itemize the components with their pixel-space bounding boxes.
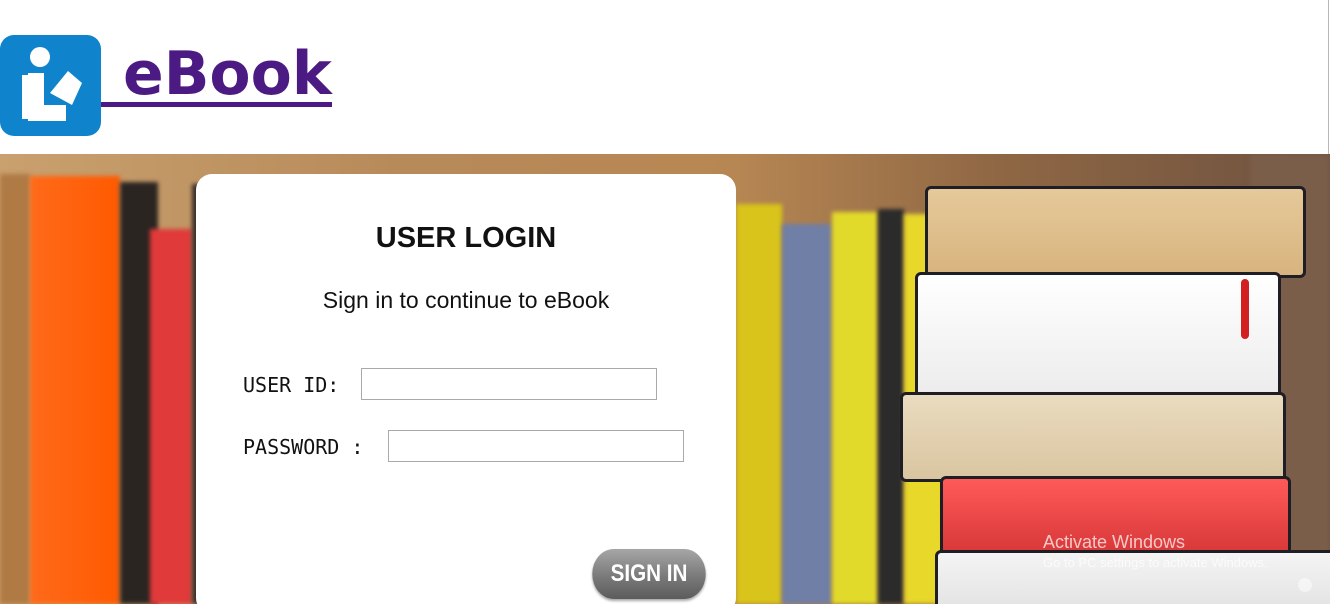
background-book (0, 174, 30, 604)
stacked-book (925, 186, 1306, 278)
background-book (736, 204, 782, 604)
background-book (782, 224, 832, 604)
site-name[interactable]: eBook (101, 44, 332, 107)
home-link[interactable]: eBook (0, 35, 332, 137)
reader-book-icon (0, 35, 101, 136)
bookmark-ribbon (1241, 279, 1249, 339)
login-subtitle: Sign in to continue to eBook (322, 287, 610, 313)
stacked-book (915, 272, 1281, 398)
background-book (832, 212, 878, 604)
user-id-input[interactable] (361, 368, 657, 400)
password-input[interactable] (388, 430, 684, 462)
user-id-label: USER ID: (243, 373, 340, 397)
sign-in-button[interactable]: SIGN IN (592, 549, 706, 599)
notification-icon (1298, 578, 1312, 592)
site-header: eBook (0, 0, 1330, 154)
login-title: USER LOGIN (375, 222, 557, 254)
activate-title: Activate Windows (1043, 532, 1186, 552)
activate-windows-watermark: Activate Windows Go to PC settings to ac… (1043, 532, 1268, 570)
header-divider (1328, 0, 1329, 154)
background-book (30, 176, 120, 604)
activate-subtitle: Go to PC settings to activate Windows. (1043, 555, 1268, 570)
stacked-book (900, 392, 1286, 482)
background-book (150, 229, 192, 604)
password-label: PASSWORD : (243, 435, 364, 459)
